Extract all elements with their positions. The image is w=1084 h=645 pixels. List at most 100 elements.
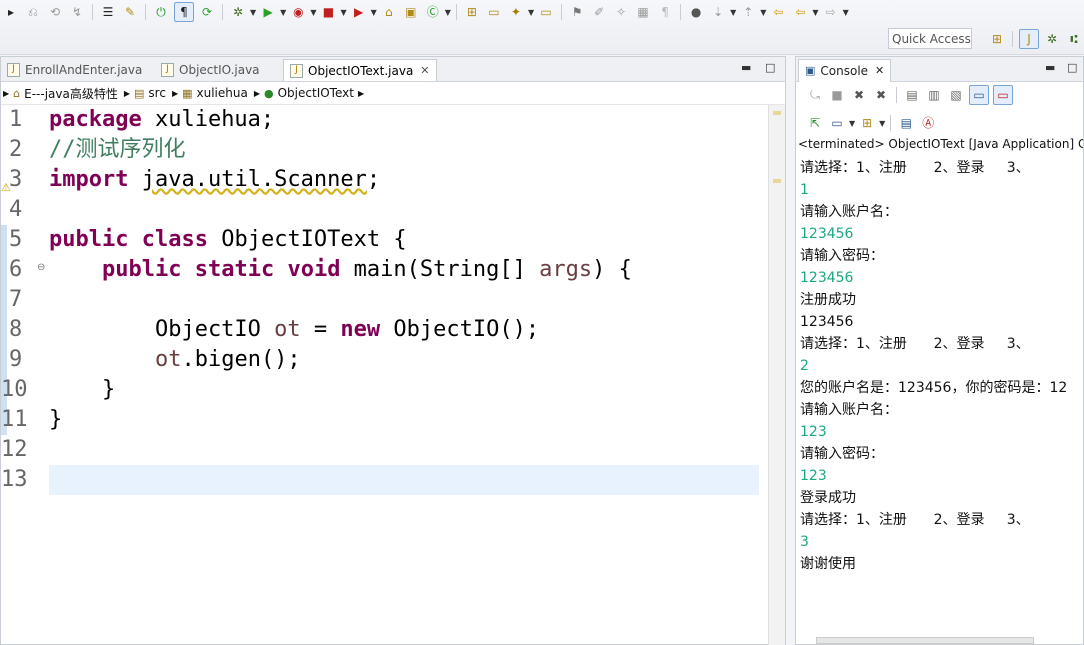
show-whitespace-icon-2[interactable]: ¶ [656,3,674,21]
breadcrumb-package[interactable]: ▶ ▦ xuliehua [172,86,248,100]
last-edit-icon[interactable]: ⇦ [769,3,787,21]
maximize-icon[interactable]: □ [765,61,775,74]
refresh-icon[interactable]: ⟳ [198,3,216,21]
horizontal-scrollbar[interactable] [816,637,1034,644]
ant-icon[interactable]: Ⓐ [919,114,937,132]
format-icon[interactable]: ✎ [121,3,139,21]
open-folder-icon[interactable]: ▭ [485,3,503,21]
toolbar-row-1: ▸ ⎌ ⟲ ↯ ☰ ✎ ⏻ ¶ ⟳ ✲ ▼ ▶ ▼ ◉ ▼ ■ ▼ ▶ ▼ ⌂ ▣ Ⓒ ▼ … [0,1,850,23]
breadcrumb-class[interactable]: ▶ ● ObjectIOText ▶ [254,86,368,100]
run-icon[interactable]: ▶ [259,3,277,21]
console-toolbar-2: ⇱ ▭ ▼ ⊞ ▼ ▤ Ⓐ [796,111,939,135]
console-output-line: 请输入账户名： [800,402,898,418]
annotation-icon[interactable]: ✧ [612,3,630,21]
forward-icon[interactable]: ⇨ [822,3,840,21]
display-console-dropdown-icon[interactable]: ▼ [849,119,855,128]
open-console-dropdown-icon[interactable]: ▼ [879,119,885,128]
maximize-icon[interactable]: □ [1067,61,1077,74]
breadcrumb-project[interactable]: ▶ ⌂ E---java高级特性 [3,85,118,102]
debug-dropdown-icon[interactable]: ▼ [250,8,256,17]
console-output-line: 注册成功 [800,292,856,308]
globe-icon[interactable]: ● [687,3,705,21]
relaunch-icon[interactable]: ⤿ [806,86,824,104]
show-whitespace-icon[interactable]: ¶ [174,2,194,22]
coverage-dropdown-icon[interactable]: ▼ [310,8,316,17]
show-stderr-icon[interactable]: ▭ [993,85,1013,105]
new-class-dropdown-icon[interactable]: ▼ [445,8,451,17]
open-perspective-icon[interactable]: ⊞ [988,30,1006,48]
line-number: 8 [9,317,23,342]
word-wrap-icon[interactable]: ▧ [947,86,965,104]
minimize-icon[interactable]: ▬ [741,61,751,74]
print-icon[interactable]: ↯ [68,3,86,21]
show-stdout-icon[interactable]: ▭ [969,85,989,105]
external-tools-dropdown-icon[interactable]: ▼ [371,8,377,17]
open-task-icon[interactable]: ▭ [537,3,555,21]
remove-launch-icon[interactable]: ✖ [850,86,868,104]
quick-access-field[interactable]: Quick Access [888,28,972,49]
line-number: 7 [9,287,23,312]
close-icon[interactable]: ✕ [875,60,884,82]
remove-all-launches-icon[interactable]: ✖ [872,86,890,104]
code-line: //测试序列化 [49,137,186,162]
console-input-line: 123456 [800,270,854,286]
current-line-highlight [49,465,759,495]
prev-annotation-dropdown-icon[interactable]: ▼ [760,8,766,17]
console-output[interactable]: 请选择：1、注册 2、登录 3、 1 请输入账户名： 123456 请输入密码： 1234… [800,157,1083,575]
block-selection-icon[interactable]: ▦ [634,3,652,21]
copy-icon[interactable]: ▤ [897,114,915,132]
overview-marker[interactable] [773,179,781,183]
new-package-icon[interactable]: ▣ [402,3,420,21]
run-dropdown-icon[interactable]: ▼ [280,8,286,17]
close-icon[interactable]: ✕ [420,60,429,82]
tab-console[interactable]: ▣ Console ✕ [798,59,892,82]
debug-perspective-icon[interactable]: ✲ [1043,30,1061,48]
forward-dropdown-icon[interactable]: ▼ [843,8,849,17]
clear-console-icon[interactable]: ▤ [903,86,921,104]
save-all-icon[interactable]: ⟲ [46,3,64,21]
highlight-icon[interactable]: ✐ [590,3,608,21]
pin-console-icon[interactable]: ⇱ [806,114,824,132]
open-console-icon[interactable]: ⊞ [858,114,876,132]
tab-object-io[interactable]: J ObjectIO.java [155,59,266,81]
tab-object-io-text[interactable]: J ObjectIOText.java ✕ [283,59,437,81]
pin-icon[interactable]: ⚑ [568,3,586,21]
next-annotation-icon[interactable]: ⇣ [709,3,727,21]
new-class-icon[interactable]: Ⓒ [424,3,442,21]
back-icon[interactable]: ⇦ [791,3,809,21]
line-number: 12 [1,437,28,462]
editor-overview-ruler[interactable] [768,105,785,645]
code-area[interactable]: ⚠ ⊖ 1 2 3 4 5 6 7 8 9 10 11 12 13 packag… [1,105,771,645]
stop-icon[interactable]: ■ [319,3,337,21]
debug-icon[interactable]: ✲ [229,3,247,21]
terminate-icon[interactable]: ⏻ [152,3,170,21]
overview-marker[interactable] [773,111,781,115]
java-perspective-icon[interactable]: J [1019,29,1039,49]
back-dropdown-icon[interactable]: ▼ [812,8,818,17]
coverage-icon[interactable]: ◉ [289,3,307,21]
breadcrumb-src[interactable]: ▶ ▤ src [124,86,166,100]
display-console-icon[interactable]: ▭ [828,114,846,132]
git-perspective-icon[interactable]: ⑆ [1065,30,1083,48]
code-line: ObjectIO ot = new ObjectIO(); [49,317,540,342]
next-annotation-dropdown-icon[interactable]: ▼ [730,8,736,17]
minimize-icon[interactable]: ▬ [1045,61,1055,74]
open-type-icon[interactable]: ⊞ [463,3,481,21]
search-icon[interactable]: ✦ [507,3,525,21]
prev-annotation-icon[interactable]: ⇡ [739,3,757,21]
new-java-project-icon[interactable]: ⌂ [380,3,398,21]
line-number: 3 [9,167,23,192]
stop-icon[interactable]: ■ [828,86,846,104]
java-file-icon: J [290,63,303,78]
toggle-comment-icon[interactable]: ☰ [99,3,117,21]
search-dropdown-icon[interactable]: ▼ [528,8,534,17]
new-icon[interactable]: ▸ [2,3,20,21]
scroll-lock-icon[interactable]: ▥ [925,86,943,104]
stop-dropdown-icon[interactable]: ▼ [340,8,346,17]
tab-label: EnrollAndEnter.java [25,63,143,77]
line-number: 4 [9,197,23,222]
tab-enroll-and-enter[interactable]: J EnrollAndEnter.java [1,59,148,81]
perspective-bar: ⊞ J ✲ ⑆ [986,28,1084,50]
external-tools-icon[interactable]: ▶ [350,3,368,21]
save-icon[interactable]: ⎌ [24,3,42,21]
